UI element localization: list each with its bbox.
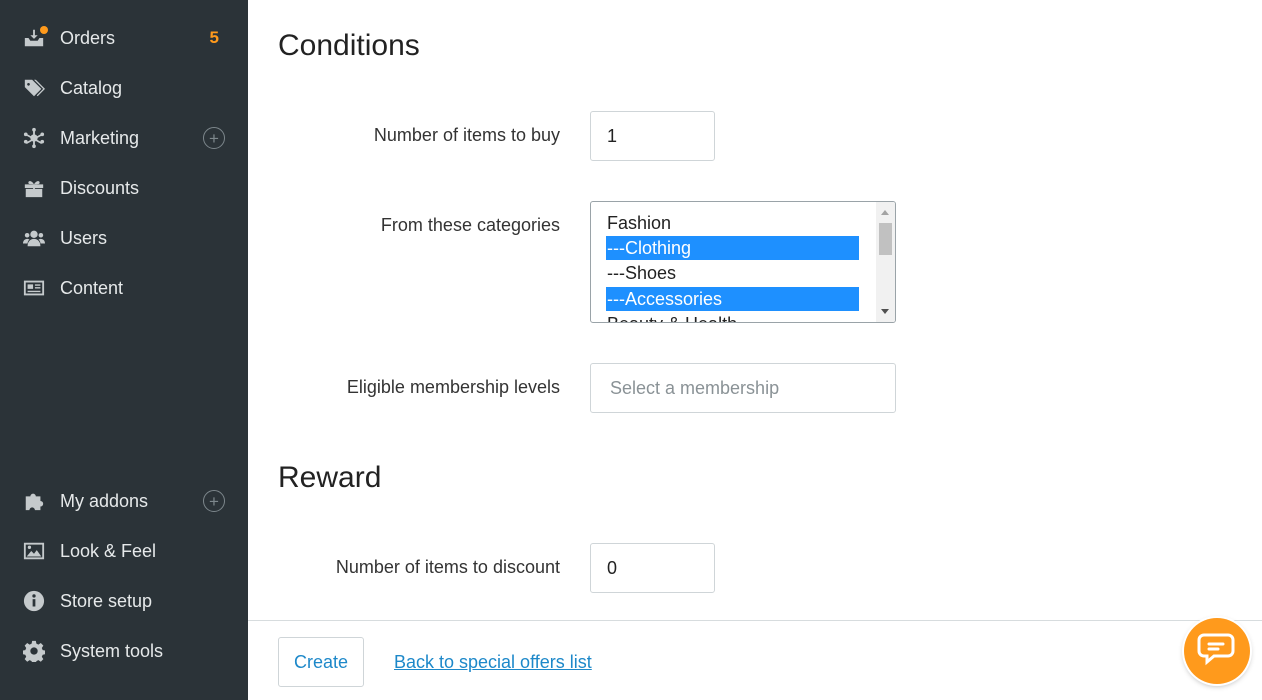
chat-button[interactable] xyxy=(1184,618,1250,684)
sidebar-item-label: Catalog xyxy=(60,77,123,98)
category-option-selected[interactable]: ---Clothing xyxy=(606,236,859,260)
sidebar-item-discounts[interactable]: Discounts xyxy=(0,163,248,213)
gift-icon xyxy=(22,176,46,200)
sidebar: Orders 5 Catalog Marketing + Discounts U… xyxy=(0,0,248,700)
sidebar-item-label: System tools xyxy=(60,640,164,661)
sidebar-item-catalog[interactable]: Catalog xyxy=(0,63,248,113)
membership-select[interactable]: Select a membership xyxy=(590,363,896,413)
categories-scrollbar[interactable] xyxy=(876,202,895,322)
sidebar-item-label: Look & Feel xyxy=(60,540,157,561)
newspaper-icon xyxy=(22,276,46,300)
category-option-selected[interactable]: ---Accessories xyxy=(606,287,859,311)
marketing-expand-icon[interactable]: + xyxy=(203,127,225,149)
sidebar-item-users[interactable]: Users xyxy=(0,213,248,263)
orders-count-badge: 5 xyxy=(209,28,219,47)
orders-notification-dot xyxy=(40,26,48,34)
sidebar-item-label: Content xyxy=(60,277,124,298)
sidebar-item-label: My addons xyxy=(60,490,149,511)
items-to-discount-label: Number of items to discount xyxy=(335,557,560,577)
items-to-buy-label: Number of items to buy xyxy=(373,125,560,145)
categories-multiselect[interactable]: Fashion ---Clothing ---Shoes ---Accessor… xyxy=(590,201,896,323)
back-to-offers-link[interactable]: Back to special offers list xyxy=(394,652,592,673)
chat-bubbles-icon xyxy=(1197,633,1235,666)
items-to-discount-input[interactable]: 0 xyxy=(590,543,715,593)
gear-icon xyxy=(22,639,46,663)
scroll-down-arrow-icon[interactable] xyxy=(881,309,889,314)
sidebar-item-orders[interactable]: Orders 5 xyxy=(0,13,248,63)
orders-icon xyxy=(22,26,48,50)
categories-label: From these categories xyxy=(380,215,560,235)
sidebar-item-label: Discounts xyxy=(60,177,140,198)
scroll-up-arrow-icon[interactable] xyxy=(881,210,889,215)
sidebar-item-content[interactable]: Content xyxy=(0,263,248,313)
image-icon xyxy=(22,539,46,563)
users-icon xyxy=(22,226,46,250)
sidebar-item-label: Users xyxy=(60,227,108,248)
addons-expand-icon[interactable]: + xyxy=(203,490,225,512)
info-icon xyxy=(22,589,46,613)
sidebar-item-label: Orders xyxy=(60,27,116,48)
sidebar-item-label: Store setup xyxy=(60,590,153,611)
membership-label: Eligible membership levels xyxy=(346,377,560,397)
sidebar-item-store-setup[interactable]: Store setup xyxy=(0,576,248,626)
scrollbar-thumb[interactable] xyxy=(879,223,892,255)
sidebar-item-look-feel[interactable]: Look & Feel xyxy=(0,526,248,576)
conditions-heading: Conditions xyxy=(278,29,420,62)
main-content: Conditions Number of items to buy 1 From… xyxy=(248,0,1262,700)
sidebar-item-my-addons[interactable]: My addons + xyxy=(0,476,248,526)
sidebar-item-system-tools[interactable]: System tools xyxy=(0,626,248,676)
sidebar-item-label: Marketing xyxy=(60,127,140,148)
puzzle-icon xyxy=(22,489,46,513)
category-option[interactable]: Fashion xyxy=(606,211,859,235)
category-option[interactable]: ---Shoes xyxy=(606,261,859,285)
create-button[interactable]: Create xyxy=(278,637,364,687)
category-option[interactable]: Beauty & Health xyxy=(606,312,859,322)
tags-icon xyxy=(22,76,46,100)
items-to-buy-input[interactable]: 1 xyxy=(590,111,715,161)
network-icon xyxy=(22,126,46,150)
form-footer: Create Back to special offers list xyxy=(248,620,1262,700)
reward-heading: Reward xyxy=(278,461,382,494)
sidebar-item-marketing[interactable]: Marketing + xyxy=(0,113,248,163)
